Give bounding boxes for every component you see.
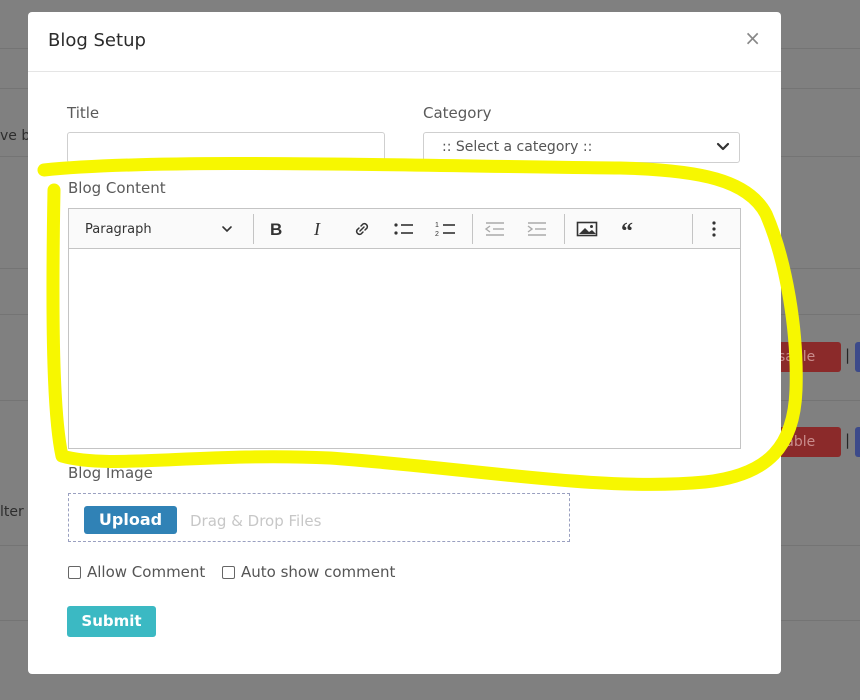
drop-hint: Drag & Drop Files <box>190 512 322 530</box>
blog-image-label: Blog Image <box>68 464 153 482</box>
modal-header: Blog Setup × <box>28 12 781 72</box>
blog-content-label: Blog Content <box>68 179 166 197</box>
more-options-button[interactable] <box>704 217 724 241</box>
disable-button: sable <box>772 342 841 372</box>
bulleted-list-icon <box>394 223 413 235</box>
chevron-down-icon <box>716 142 730 151</box>
bold-icon: B <box>270 220 282 238</box>
toolbar-separator <box>564 214 565 244</box>
modal-title: Blog Setup <box>48 30 146 51</box>
bulleted-list-button[interactable] <box>391 217 417 241</box>
allow-comment-option[interactable]: Allow Comment <box>68 563 205 581</box>
auto-show-comment-option[interactable]: Auto show comment <box>222 563 395 581</box>
auto-show-comment-checkbox[interactable] <box>222 565 235 579</box>
numbered-list-button[interactable]: 12 <box>433 217 459 241</box>
rich-text-editor: Paragraph B I 12 “ <box>68 208 741 449</box>
insert-image-button[interactable] <box>574 217 600 241</box>
background-button <box>855 342 860 372</box>
chevron-down-icon <box>222 226 232 233</box>
title-label: Title <box>67 104 100 122</box>
svg-text:1: 1 <box>435 222 439 229</box>
link-button[interactable] <box>350 217 374 241</box>
upload-button[interactable]: Upload <box>84 506 177 534</box>
background-button <box>855 427 860 457</box>
background-text: ve b <box>0 128 31 144</box>
category-selected-value: :: Select a category :: <box>442 139 593 155</box>
svg-text:“: “ <box>621 220 633 238</box>
submit-button[interactable]: Submit <box>67 606 156 637</box>
editor-toolbar: Paragraph B I 12 “ <box>69 209 740 249</box>
outdent-icon <box>484 222 504 236</box>
blockquote-button[interactable]: “ <box>617 217 643 241</box>
outdent-button[interactable] <box>482 217 508 241</box>
paragraph-style-label: Paragraph <box>85 221 152 237</box>
paragraph-style-dropdown[interactable]: Paragraph <box>79 217 239 241</box>
editor-content-area[interactable] <box>69 249 740 448</box>
indent-button[interactable] <box>524 217 550 241</box>
numbered-list-icon: 12 <box>435 222 455 238</box>
category-label: Category <box>423 104 492 122</box>
close-button[interactable]: × <box>744 26 761 50</box>
separator: | <box>845 346 851 364</box>
auto-show-comment-label: Auto show comment <box>241 563 396 581</box>
image-icon <box>576 221 598 237</box>
toolbar-separator <box>692 214 693 244</box>
background-text: lter <box>0 504 24 520</box>
title-input[interactable] <box>67 132 385 163</box>
separator: | <box>845 431 851 449</box>
blog-setup-modal: Blog Setup × Title Category :: Select a … <box>28 12 781 674</box>
italic-icon: I <box>313 220 321 238</box>
allow-comment-checkbox[interactable] <box>68 565 81 579</box>
toolbar-separator <box>472 214 473 244</box>
svg-text:B: B <box>270 220 282 238</box>
italic-button[interactable]: I <box>308 217 332 241</box>
blockquote-icon: “ <box>621 220 633 238</box>
file-drop-zone[interactable]: Upload Drag & Drop Files <box>68 493 570 542</box>
disable-button: sable <box>772 427 841 457</box>
indent-icon <box>527 222 546 236</box>
link-icon <box>355 222 369 236</box>
category-select[interactable]: :: Select a category :: <box>423 132 740 163</box>
svg-text:2: 2 <box>435 231 439 238</box>
toolbar-separator <box>253 214 254 244</box>
svg-text:I: I <box>313 220 321 238</box>
bold-button[interactable]: B <box>265 217 289 241</box>
allow-comment-label: Allow Comment <box>87 563 206 581</box>
more-icon <box>712 221 716 237</box>
